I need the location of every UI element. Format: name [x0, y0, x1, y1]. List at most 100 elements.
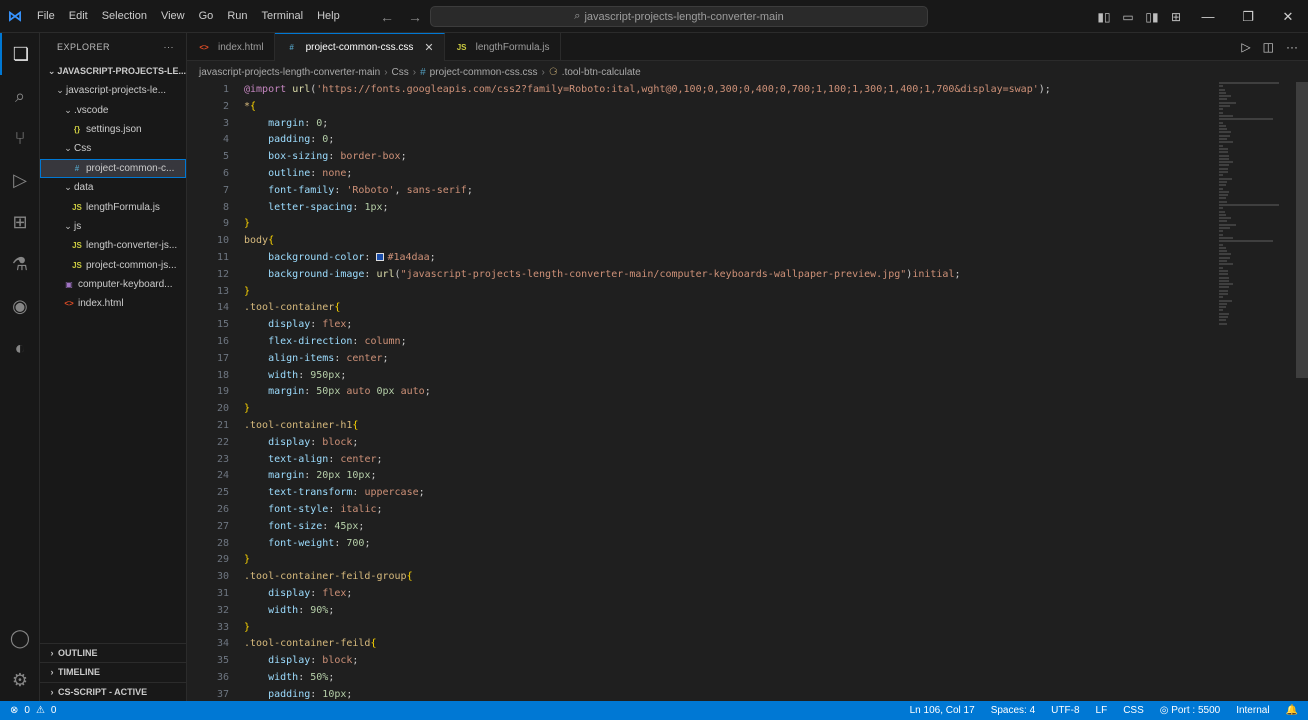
close-window-icon[interactable]: ✕ — [1268, 9, 1308, 25]
code-line[interactable]: padding: 10px; — [244, 687, 1244, 701]
menu-view[interactable]: View — [154, 0, 192, 33]
code-line[interactable]: font-weight: 700; — [244, 536, 1244, 553]
restore-icon[interactable]: ❐ — [1228, 9, 1268, 25]
code-line[interactable]: align-items: center; — [244, 351, 1244, 368]
code-line[interactable]: .tool-container-feild-group{ — [244, 569, 1244, 586]
tab-index-html[interactable]: <> index.html — [187, 33, 275, 61]
menu-help[interactable]: Help — [310, 0, 347, 33]
breadcrumb-root[interactable]: javascript-projects-length-converter-mai… — [199, 67, 380, 78]
code-line[interactable]: width: 90%; — [244, 603, 1244, 620]
code-line[interactable]: text-align: center; — [244, 452, 1244, 469]
tree-folder[interactable]: ⌄ .vscode — [40, 100, 186, 119]
outline-panel[interactable]: › OUTLINE — [40, 642, 186, 663]
menu-go[interactable]: Go — [192, 0, 221, 33]
customize-layout-icon[interactable]: ⊞ — [1164, 10, 1188, 24]
code-editor[interactable]: 1 2 3 4 5 6 7 8 9 10 11 12 13 14 15 16 17 18 19 20 21 22 23 24 2… — [187, 82, 1308, 701]
code-line[interactable]: letter-spacing: 1px; — [244, 200, 1244, 217]
code-line[interactable]: width: 50%; — [244, 670, 1244, 687]
encoding[interactable]: UTF-8 — [1051, 705, 1079, 716]
code-line[interactable]: @import url('https://fonts.googleapis.co… — [244, 82, 1244, 99]
code-line[interactable]: margin: 50px auto 0px auto; — [244, 384, 1244, 401]
code-line[interactable]: outline: none; — [244, 166, 1244, 183]
code-line[interactable]: display: flex; — [244, 586, 1244, 603]
command-center[interactable]: ⌕ javascript-projects-length-converter-m… — [430, 6, 928, 27]
scrollbar-thumb[interactable] — [1296, 82, 1308, 378]
toggle-panel-icon[interactable]: ▭ — [1116, 10, 1140, 24]
tree-file[interactable]: # project-common-c... — [40, 158, 186, 178]
status-left[interactable]: ⊗ 0 ⚠ 0 — [0, 705, 56, 716]
code-line[interactable]: body{ — [244, 233, 1244, 250]
notifications-icon[interactable]: 🔔 — [1286, 705, 1298, 716]
tree-file[interactable]: ▣ computer-keyboard... — [40, 275, 186, 294]
cs-script-panel[interactable]: › CS-SCRIPT - ACTIVE — [40, 681, 186, 702]
code-line[interactable]: display: flex; — [244, 317, 1244, 334]
tree-folder[interactable]: ⌄ javascript-projects-le... — [40, 81, 186, 100]
code-line[interactable]: width: 950px; — [244, 368, 1244, 385]
more-actions-icon[interactable]: ··· — [164, 42, 175, 52]
menu-terminal[interactable]: Terminal — [255, 0, 311, 33]
minimize-icon[interactable]: — — [1188, 9, 1228, 24]
code-line[interactable]: text-transform: uppercase; — [244, 485, 1244, 502]
tab-project-common-css[interactable]: # project-common-css.css ✕ — [274, 33, 445, 61]
tree-folder[interactable]: ⌄ data — [40, 178, 186, 197]
github-icon[interactable]: ◉ — [0, 285, 40, 327]
back-arrow-icon[interactable]: ← — [380, 9, 394, 25]
code-line[interactable]: background-color: #1a4daa; — [244, 250, 1244, 267]
code-line[interactable]: } — [244, 401, 1244, 418]
workspace-root[interactable]: ⌄ JAVASCRIPT-PROJECTS-LE... — [40, 61, 186, 81]
server-mode[interactable]: Internal — [1236, 705, 1269, 716]
live-server-port[interactable]: ◎ Port : 5500 — [1160, 705, 1220, 716]
code-line[interactable]: } — [244, 284, 1244, 301]
indentation[interactable]: Spaces: 4 — [991, 705, 1035, 716]
language-mode[interactable]: CSS — [1123, 705, 1144, 716]
code-line[interactable]: display: block; — [244, 653, 1244, 670]
tree-folder[interactable]: ⌄ Css — [40, 139, 186, 158]
code-line[interactable]: font-size: 45px; — [244, 519, 1244, 536]
code-line[interactable]: font-style: italic; — [244, 502, 1244, 519]
tree-folder[interactable]: ⌄ js — [40, 217, 186, 236]
tree-file[interactable]: JS project-common-js... — [40, 256, 186, 275]
extensions-icon[interactable]: ⊞ — [0, 201, 40, 243]
run-debug-icon[interactable]: ▷ — [0, 159, 40, 201]
toggle-secondary-sidebar-icon[interactable]: ▯▮ — [1140, 10, 1164, 24]
testing-icon[interactable]: ⚗ — [0, 243, 40, 285]
more-actions-icon[interactable]: ··· — [1286, 40, 1298, 54]
breadcrumb-file[interactable]: project-common-css.css — [430, 67, 538, 78]
tree-file[interactable]: JS lengthFormula.js — [40, 197, 186, 216]
code-line[interactable]: .tool-container-feild{ — [244, 636, 1244, 653]
code-line[interactable]: flex-direction: column; — [244, 334, 1244, 351]
tab-length-formula-js[interactable]: JS lengthFormula.js — [445, 33, 561, 61]
split-editor-icon[interactable]: ◫ — [1263, 40, 1274, 54]
code-line[interactable]: margin: 20px 10px; — [244, 468, 1244, 485]
end-of-line[interactable]: LF — [1096, 705, 1108, 716]
tree-file[interactable]: {} settings.json — [40, 120, 186, 139]
code-line[interactable]: *{ — [244, 99, 1244, 116]
color-swatch[interactable] — [376, 252, 385, 261]
vertical-scrollbar[interactable] — [1296, 82, 1308, 701]
code-line[interactable]: box-sizing: border-box; — [244, 149, 1244, 166]
menu-selection[interactable]: Selection — [95, 0, 154, 33]
code-line[interactable]: font-family: 'Roboto', sans-serif; — [244, 183, 1244, 200]
gear-icon[interactable]: ⚙ — [0, 659, 40, 701]
menu-run[interactable]: Run — [220, 0, 254, 33]
code-line[interactable]: display: block; — [244, 435, 1244, 452]
code-line[interactable]: } — [244, 620, 1244, 637]
code-line[interactable]: .tool-container-h1{ — [244, 418, 1244, 435]
run-icon[interactable]: ▷ — [1241, 40, 1250, 54]
minimap[interactable] — [1219, 82, 1294, 342]
forward-arrow-icon[interactable]: → — [408, 9, 422, 25]
close-tab-icon[interactable]: ✕ — [424, 41, 433, 54]
explorer-icon[interactable]: ❏ — [0, 33, 40, 75]
breadcrumb-folder[interactable]: Css — [392, 67, 409, 78]
code-line[interactable]: .tool-container{ — [244, 300, 1244, 317]
cursor-position[interactable]: Ln 106, Col 17 — [910, 705, 975, 716]
toggle-primary-sidebar-icon[interactable]: ▮▯ — [1092, 10, 1116, 24]
code-line[interactable]: padding: 0; — [244, 132, 1244, 149]
search-view-icon[interactable]: ⌕ — [0, 75, 40, 117]
code-line[interactable]: } — [244, 216, 1244, 233]
accounts-icon[interactable]: ◯ — [0, 617, 40, 659]
source-control-icon[interactable]: ⑂ — [0, 117, 40, 159]
breadcrumb-symbol[interactable]: .tool-btn-calculate — [562, 67, 641, 78]
edge-devtools-icon[interactable]: ◐ — [0, 327, 40, 369]
tree-file[interactable]: <> index.html — [40, 294, 186, 313]
